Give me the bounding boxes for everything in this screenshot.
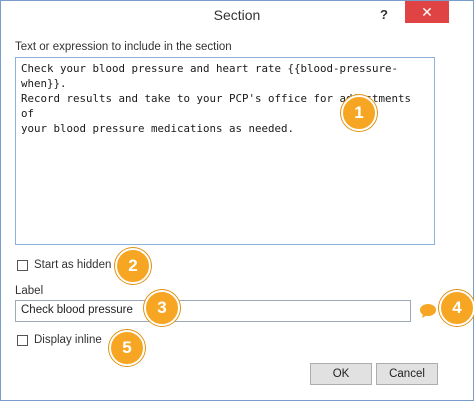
- speech-bubble-icon[interactable]: [419, 303, 437, 319]
- display-inline-label: Display inline: [34, 334, 102, 346]
- cancel-button[interactable]: Cancel: [376, 363, 438, 385]
- start-hidden-row[interactable]: Start as hidden: [17, 259, 111, 271]
- help-button[interactable]: ?: [371, 4, 397, 26]
- label-field-caption: Label: [15, 285, 44, 297]
- display-inline-row[interactable]: Display inline: [17, 334, 102, 346]
- display-inline-checkbox[interactable]: [17, 334, 28, 346]
- callout-badge-2: 2: [115, 248, 151, 284]
- label-input[interactable]: Check blood pressure: [15, 300, 411, 322]
- callout-badge-5: 5: [109, 330, 145, 366]
- text-field-label: Text or expression to include in the sec…: [15, 41, 232, 53]
- callout-badge-1: 1: [341, 95, 377, 131]
- callout-badge-3: 3: [144, 290, 180, 326]
- dialog-title: Section: [213, 7, 261, 23]
- ok-button[interactable]: OK: [310, 363, 372, 385]
- close-button[interactable]: ✕: [405, 1, 449, 23]
- callout-badge-4: 4: [439, 290, 474, 326]
- start-hidden-checkbox[interactable]: [17, 259, 28, 271]
- start-hidden-label: Start as hidden: [34, 259, 112, 271]
- section-text-area[interactable]: Check your blood pressure and heart rate…: [15, 57, 435, 245]
- section-dialog: Section ? ✕ Text or expression to includ…: [0, 0, 474, 401]
- title-bar: Section ? ✕: [1, 1, 473, 31]
